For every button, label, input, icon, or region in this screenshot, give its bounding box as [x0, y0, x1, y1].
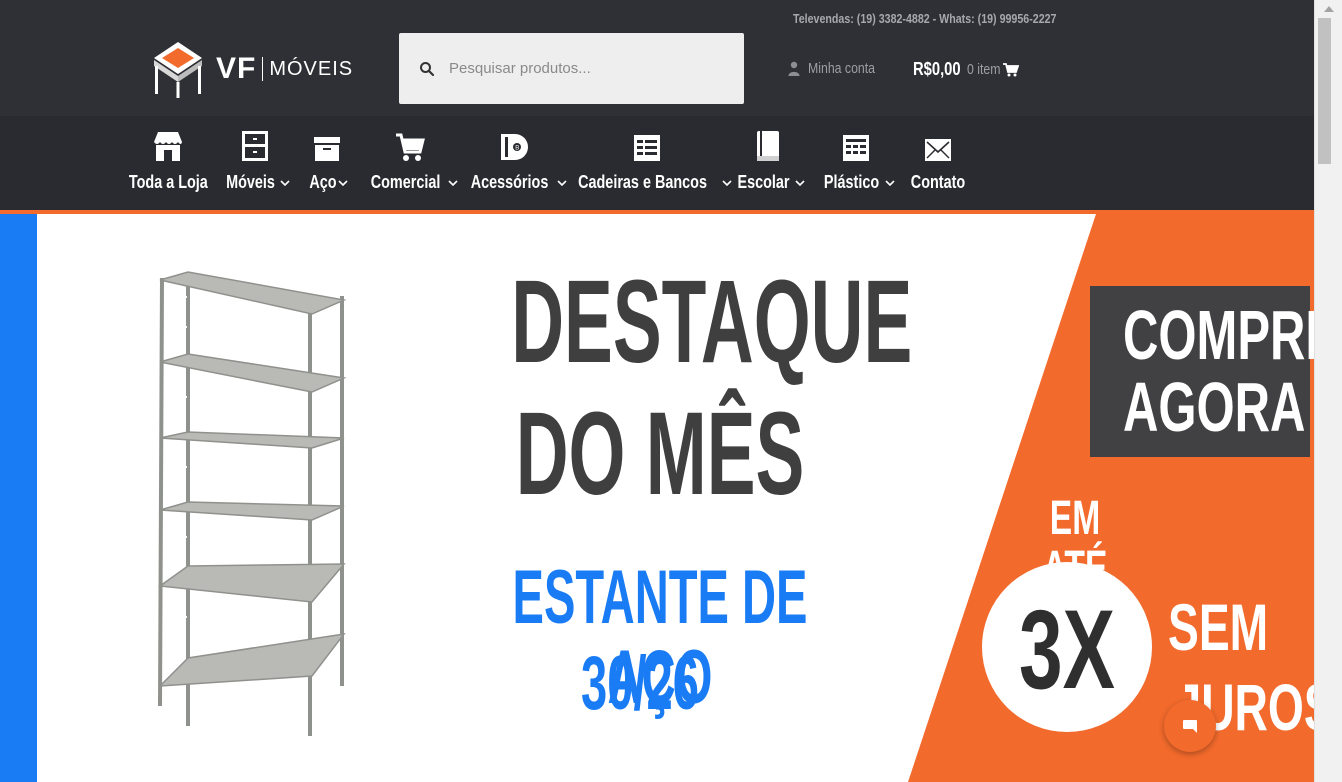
nav-item-contato[interactable]: Contato [906, 128, 970, 200]
installment-suffix-1: SEM [1168, 590, 1269, 664]
cabinet-icon [242, 131, 268, 161]
cart-icon [396, 133, 425, 161]
headline-line-2: DO MÊS [515, 388, 805, 520]
logo-primary: VF [216, 52, 257, 85]
nav-label: Acessórios [471, 172, 549, 192]
accessory-icon: B [501, 134, 528, 160]
nav-label: Contato [910, 172, 966, 192]
my-account-link[interactable]: Minha conta [788, 60, 890, 77]
chat-icon [1183, 720, 1197, 733]
table-icon [843, 135, 869, 161]
headline-line-1: DESTAQUE [511, 256, 913, 388]
chevron-down-icon [447, 179, 458, 186]
nav-label: Aço [309, 172, 337, 192]
cart-link[interactable]: R$0,00 0 item [913, 59, 1019, 80]
chair-icon [634, 135, 660, 161]
chevron-down-icon [279, 179, 290, 186]
nav-item-aco[interactable]: Aço [300, 128, 354, 200]
nav-item-plastico[interactable]: Plástico [816, 128, 896, 200]
chevron-down-icon [884, 179, 895, 186]
search-bar [399, 33, 744, 104]
installment-number: 3X [1019, 587, 1115, 712]
nav-label: Escolar [737, 172, 791, 192]
vertical-scrollbar[interactable] [1314, 0, 1342, 782]
logo-text: VF MÓVEIS [216, 52, 353, 86]
product-model: 30/26 [581, 641, 699, 726]
scroll-up-arrow-icon[interactable] [1324, 6, 1334, 12]
user-icon [788, 61, 800, 76]
nav-label: Plástico [824, 172, 880, 192]
steel-shelf-image [157, 271, 347, 736]
logo-separator [262, 57, 264, 81]
nav-label: Toda a Loja [128, 172, 208, 192]
nav-label: Móveis [226, 172, 276, 192]
shopping-cart-icon [1003, 62, 1019, 76]
nav-label: Comercial [371, 172, 441, 192]
buy-now-line-2: AGORA [1123, 368, 1306, 446]
search-input[interactable] [449, 60, 719, 77]
page: Televendas: (19) 3382-4882 - Whats: (19)… [0, 0, 1342, 782]
chevron-down-icon [338, 179, 348, 186]
buy-now-box[interactable]: COMPRE AGORA [1090, 286, 1314, 457]
nav-item-comercial[interactable]: Comercial [364, 128, 458, 200]
logo-icon [154, 42, 202, 98]
nav-item-toda-a-loja[interactable]: Toda a Loja [128, 128, 208, 200]
drawer-icon [314, 137, 340, 161]
promo-banner[interactable]: DESTAQUE DO MÊS ESTANTE DE AÇO 30/26 COM… [0, 214, 1314, 782]
my-account-label: Minha conta [808, 60, 876, 77]
logo-secondary: MÓVEIS [269, 57, 354, 80]
chat-button[interactable] [1164, 700, 1216, 752]
nav-item-moveis[interactable]: Móveis [218, 128, 292, 200]
search-icon[interactable] [419, 61, 435, 77]
cart-count: 0 item [967, 61, 1001, 78]
mail-icon [925, 139, 951, 161]
store-icon [154, 132, 182, 161]
svg-text:B: B [515, 146, 519, 152]
contact-line: Televendas: (19) 3382-4882 - Whats: (19)… [793, 11, 1057, 26]
book-icon [757, 131, 779, 161]
nav-label: Cadeiras e Bancos [578, 172, 708, 192]
buy-now-line-1: COMPRE [1123, 296, 1314, 374]
nav-item-cadeiras-e-bancos[interactable]: Cadeiras e Bancos [572, 128, 732, 200]
nav-item-acessorios[interactable]: B Acessórios [466, 128, 567, 200]
cart-total: R$0,00 [913, 59, 961, 79]
nav-item-escolar[interactable]: Escolar [730, 128, 806, 200]
site-logo[interactable]: VF MÓVEIS [150, 36, 353, 102]
chevron-down-icon [794, 179, 805, 186]
scrollbar-thumb[interactable] [1318, 18, 1331, 164]
